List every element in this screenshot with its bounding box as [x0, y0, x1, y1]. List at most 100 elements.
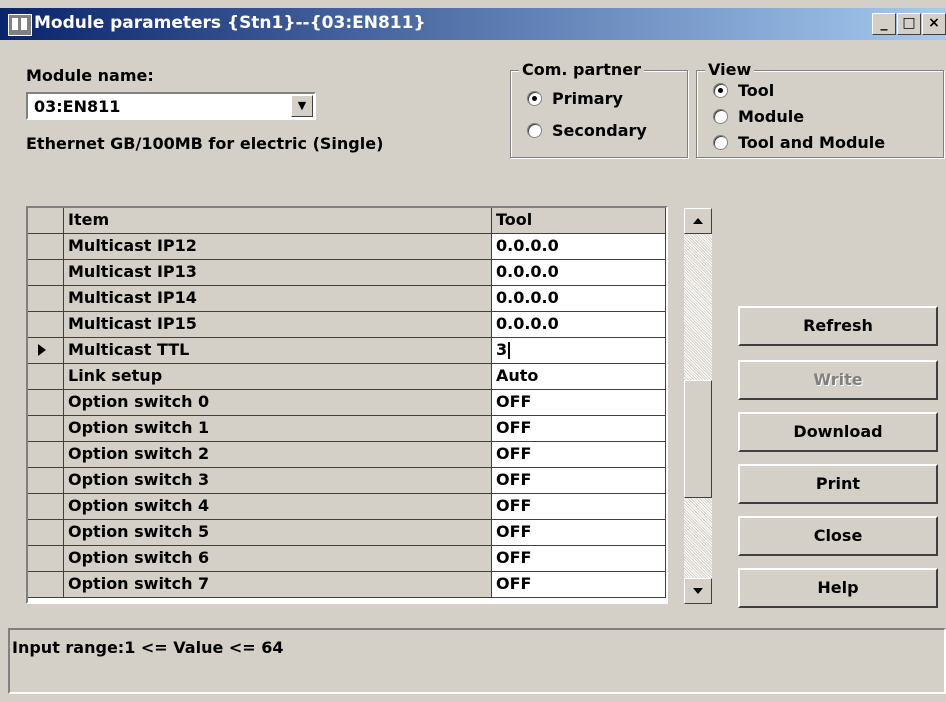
- cell-tool[interactable]: 0.0.0.0: [492, 286, 666, 312]
- radio-tool-and-module[interactable]: Tool and Module: [713, 133, 885, 152]
- app-icon[interactable]: [8, 14, 32, 36]
- cell-item[interactable]: Option switch 7: [64, 572, 492, 598]
- cell-tool-value: OFF: [496, 574, 532, 593]
- cell-tool-value: 0.0.0.0: [496, 236, 559, 255]
- cell-item[interactable]: Multicast IP14: [64, 286, 492, 312]
- row-header[interactable]: [28, 468, 64, 494]
- row-header[interactable]: [28, 572, 64, 598]
- cell-item[interactable]: Option switch 1: [64, 416, 492, 442]
- arrow-down-icon: [693, 588, 703, 594]
- cell-tool[interactable]: OFF: [492, 468, 666, 494]
- row-header[interactable]: [28, 286, 64, 312]
- refresh-button-label: Refresh: [803, 316, 873, 335]
- cell-tool[interactable]: 0.0.0.0: [492, 312, 666, 338]
- radio-module[interactable]: Module: [713, 107, 804, 126]
- cell-tool[interactable]: OFF: [492, 546, 666, 572]
- cell-item[interactable]: Multicast IP15: [64, 312, 492, 338]
- row-header[interactable]: [28, 234, 64, 260]
- row-header[interactable]: [28, 442, 64, 468]
- grid-corner: [28, 208, 64, 234]
- cell-item[interactable]: Option switch 4: [64, 494, 492, 520]
- radio-secondary-dot[interactable]: [527, 123, 542, 138]
- write-button[interactable]: Write: [738, 360, 938, 400]
- cell-tool[interactable]: OFF: [492, 520, 666, 546]
- cell-item[interactable]: Option switch 0: [64, 390, 492, 416]
- cell-item[interactable]: Multicast TTL: [64, 338, 492, 364]
- module-parameters-window: Module parameters {Stn1}--{03:EN811} _ □…: [0, 0, 946, 702]
- cell-tool[interactable]: OFF: [492, 442, 666, 468]
- scroll-down-button[interactable]: [684, 578, 712, 604]
- refresh-button[interactable]: Refresh: [738, 306, 938, 346]
- radio-tool-dot[interactable]: [713, 83, 728, 98]
- radio-tool[interactable]: Tool: [713, 81, 774, 100]
- cell-tool[interactable]: OFF: [492, 416, 666, 442]
- cell-tool[interactable]: 0.0.0.0: [492, 234, 666, 260]
- radio-primary-dot[interactable]: [527, 91, 542, 106]
- cell-tool-value: OFF: [496, 392, 532, 411]
- cell-item[interactable]: Option switch 3: [64, 468, 492, 494]
- help-button[interactable]: Help: [738, 568, 938, 608]
- row-header[interactable]: [28, 260, 64, 286]
- cell-item[interactable]: Multicast IP12: [64, 234, 492, 260]
- title-bar[interactable]: Module parameters {Stn1}--{03:EN811} _ □…: [0, 8, 946, 40]
- cell-item[interactable]: Option switch 2: [64, 442, 492, 468]
- cell-tool[interactable]: 0.0.0.0: [492, 260, 666, 286]
- row-header[interactable]: [28, 364, 64, 390]
- row-header[interactable]: [28, 416, 64, 442]
- row-header[interactable]: [28, 390, 64, 416]
- status-panel: Input range:1 <= Value <= 64: [8, 628, 946, 694]
- cell-tool[interactable]: OFF: [492, 494, 666, 520]
- close-button-label: Close: [813, 526, 863, 545]
- cell-item[interactable]: Multicast IP13: [64, 260, 492, 286]
- cell-tool-value: OFF: [496, 418, 532, 437]
- radio-tool-and-module-label: Tool and Module: [738, 133, 886, 152]
- maximize-button[interactable]: □: [897, 13, 921, 35]
- cell-item[interactable]: Option switch 6: [64, 546, 492, 572]
- download-button[interactable]: Download: [738, 412, 938, 452]
- row-header[interactable]: [28, 312, 64, 338]
- cell-tool-value: Auto: [496, 366, 539, 385]
- radio-tool-and-module-dot[interactable]: [713, 135, 728, 150]
- module-name-label: Module name:: [26, 66, 154, 85]
- text-cursor: [508, 342, 511, 359]
- grid-scrollbar[interactable]: [684, 208, 712, 604]
- row-header[interactable]: [28, 546, 64, 572]
- minimize-button[interactable]: _: [872, 13, 896, 35]
- parameter-grid[interactable]: Item Tool Multicast IP12 0.0.0.0 Multicast…: [26, 206, 668, 604]
- column-header-item[interactable]: Item: [64, 208, 492, 234]
- radio-primary[interactable]: Primary: [527, 89, 623, 108]
- row-header[interactable]: [28, 494, 64, 520]
- scroll-thumb[interactable]: [684, 380, 712, 498]
- input-range-text: Input range:1 <= Value <= 64: [12, 638, 284, 657]
- radio-secondary[interactable]: Secondary: [527, 121, 647, 140]
- module-name-select[interactable]: 03:EN811 ▼: [26, 92, 316, 120]
- close-window-button[interactable]: ×: [922, 13, 946, 35]
- view-group: View Tool Module Tool and Module: [696, 60, 944, 158]
- arrow-up-icon: [693, 218, 703, 224]
- view-title: View: [705, 60, 755, 79]
- radio-secondary-label: Secondary: [552, 121, 647, 140]
- cell-tool[interactable]: OFF: [492, 572, 666, 598]
- module-description: Ethernet GB/100MB for electric (Single): [26, 134, 384, 153]
- close-button[interactable]: Close: [738, 516, 938, 556]
- cell-tool[interactable]: OFF: [492, 390, 666, 416]
- radio-module-dot[interactable]: [713, 109, 728, 124]
- print-button[interactable]: Print: [738, 464, 938, 504]
- download-button-label: Download: [793, 422, 883, 441]
- cell-tool[interactable]: Auto: [492, 364, 666, 390]
- cell-tool-value: OFF: [496, 444, 532, 463]
- cell-item[interactable]: Option switch 5: [64, 520, 492, 546]
- cell-tool-edit[interactable]: 3: [492, 338, 666, 364]
- row-header[interactable]: [28, 338, 64, 364]
- row-header[interactable]: [28, 520, 64, 546]
- cell-tool-value: OFF: [496, 470, 532, 489]
- window-title: Module parameters {Stn1}--{03:EN811}: [34, 13, 426, 33]
- radio-tool-label: Tool: [738, 81, 775, 100]
- column-header-tool[interactable]: Tool: [492, 208, 666, 234]
- cell-tool-value: 3: [496, 340, 508, 359]
- radio-module-label: Module: [738, 107, 805, 126]
- chevron-down-icon[interactable]: ▼: [291, 95, 313, 117]
- cell-item[interactable]: Link setup: [64, 364, 492, 390]
- scroll-up-button[interactable]: [684, 208, 712, 234]
- cell-tool-value: OFF: [496, 496, 532, 515]
